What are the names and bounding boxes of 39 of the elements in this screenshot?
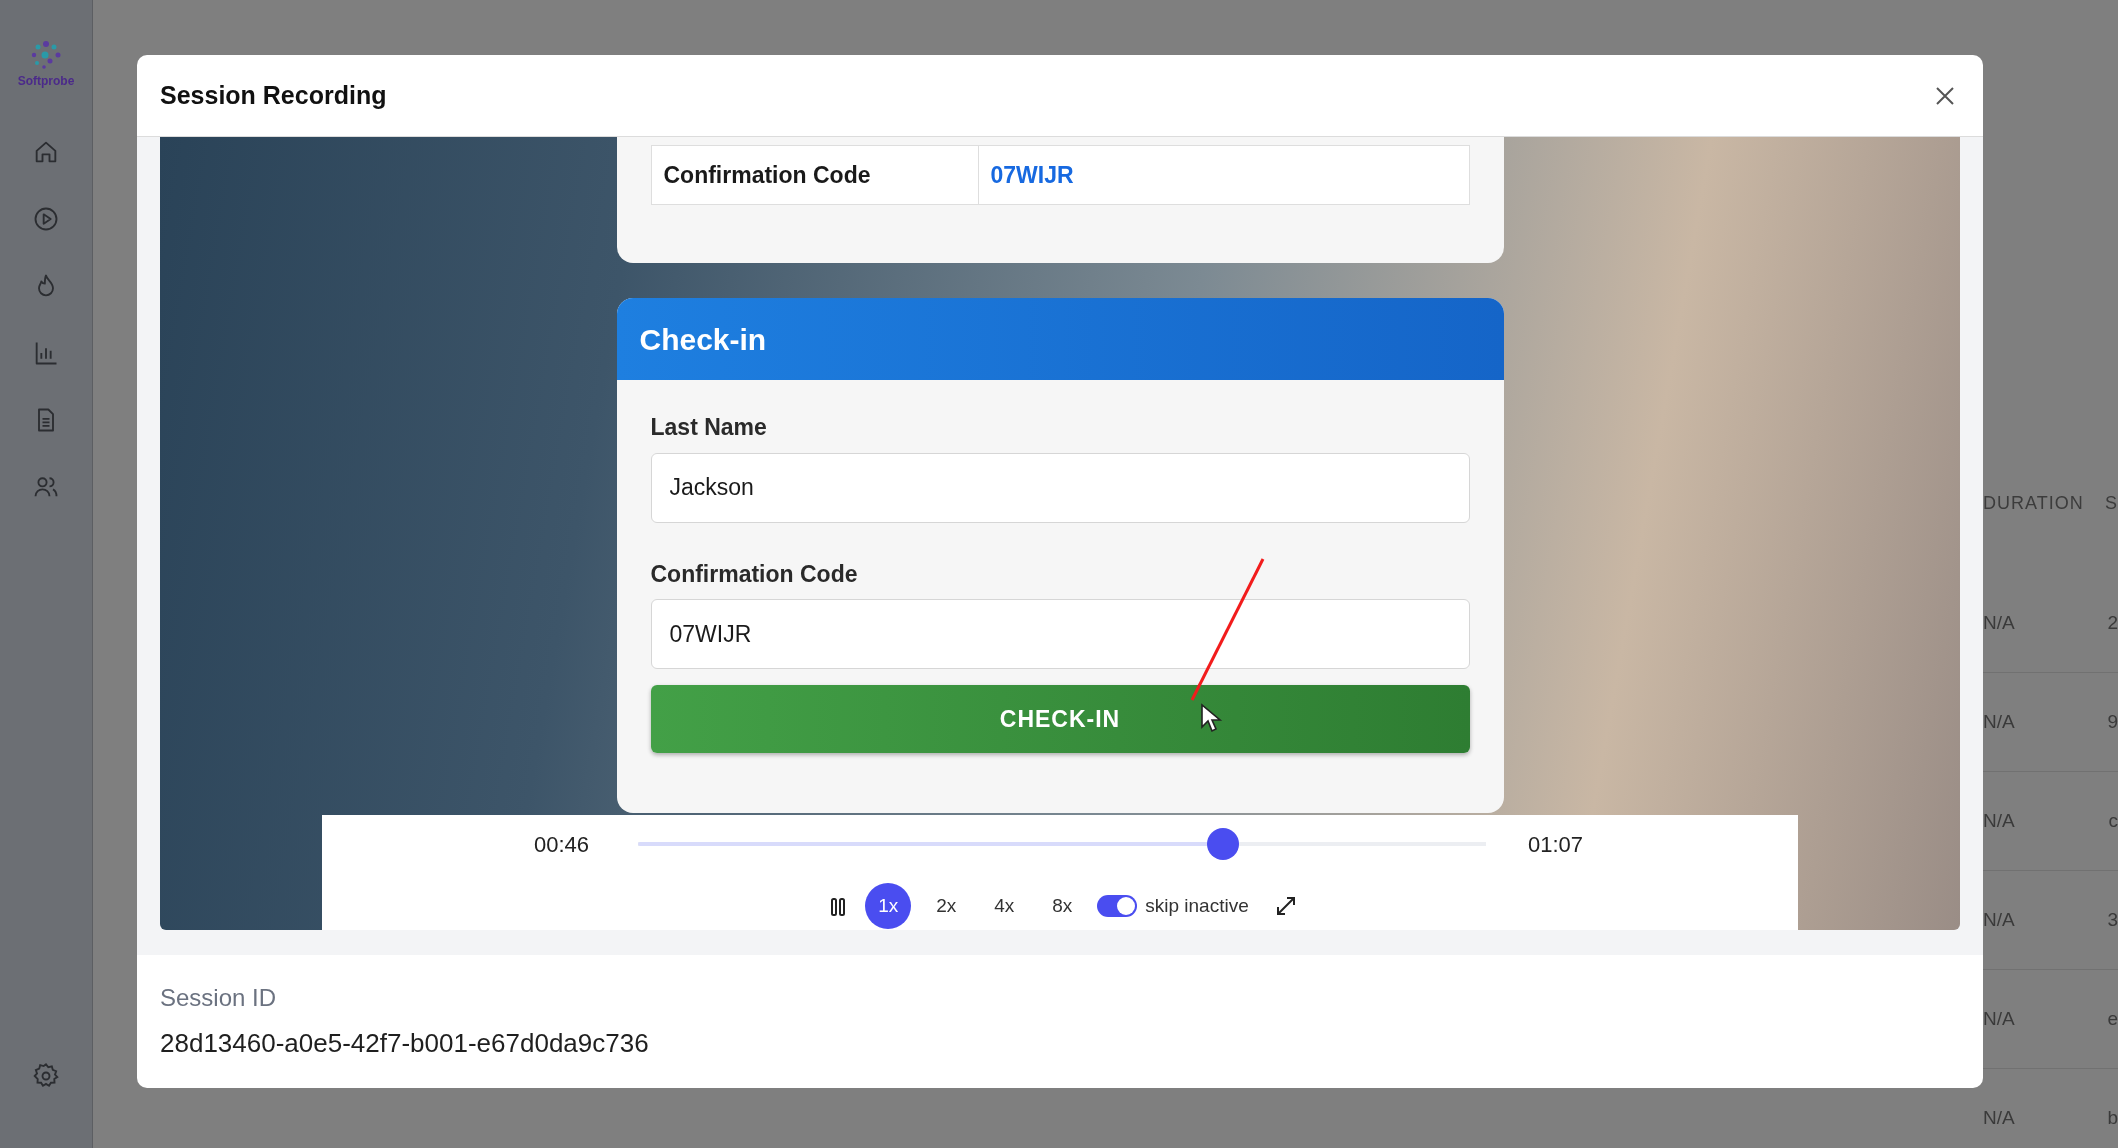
table-cell-text: b: [2107, 1105, 2118, 1130]
input-field[interactable]: Jackson: [650, 452, 1470, 523]
checkin-button[interactable]: CHECK-IN: [650, 685, 1470, 753]
table-cell-text: N/A: [1983, 610, 2015, 635]
speed-button[interactable]: 4x: [981, 883, 1028, 929]
field-label: Last Name: [650, 413, 768, 442]
table-cell-text: N/A: [1983, 1006, 2015, 1031]
table-cell-text: N/A: [1983, 709, 2015, 734]
total-time: 01:07: [1528, 830, 1585, 859]
dialog-title: Session Recording: [160, 79, 387, 111]
current-time: 00:46: [534, 830, 591, 859]
cursor-icon: [1200, 703, 1224, 735]
card-header: Check-in: [616, 298, 1504, 380]
session-id-label: Session ID: [160, 983, 278, 1013]
table-cell-text: 07WIJR: [989, 160, 1075, 190]
column-header: DURATION: [1983, 492, 2084, 515]
table-cell-text: 2: [2107, 610, 2118, 635]
toggle-label: skip inactive: [1145, 893, 1249, 918]
settings-icon[interactable]: [32, 1062, 60, 1090]
table-cell-text: e: [2107, 1006, 2118, 1031]
speed-button[interactable]: 2x: [923, 883, 970, 929]
speed-button[interactable]: 8x: [1039, 883, 1086, 929]
fullscreen-icon[interactable]: [1274, 895, 1297, 917]
play-circle-icon[interactable]: [32, 205, 60, 233]
table-cell-text: N/A: [1983, 808, 2015, 833]
table-cell-text: 3: [2107, 907, 2118, 932]
session-id-value: 28d13460-a0e5-42f7-b001-e67d0da9c736: [160, 1027, 650, 1060]
table-cell-text: c: [2108, 808, 2118, 833]
input-field[interactable]: 07WIJR: [650, 599, 1470, 669]
field-label: Confirmation Code: [650, 559, 859, 589]
logo-text: Softprobe: [17, 73, 75, 90]
column-header: S: [2105, 492, 2118, 515]
slider-thumb[interactable]: [1207, 828, 1240, 860]
table-cell: Confirmation Code: [651, 146, 979, 204]
table-cell-text: N/A: [1983, 907, 2015, 932]
table-cell-text: N/A: [1983, 1105, 2015, 1130]
table-cell-text: 9: [2107, 709, 2118, 734]
speed-button[interactable]: 1x: [865, 883, 912, 929]
pause-icon: [831, 897, 846, 916]
